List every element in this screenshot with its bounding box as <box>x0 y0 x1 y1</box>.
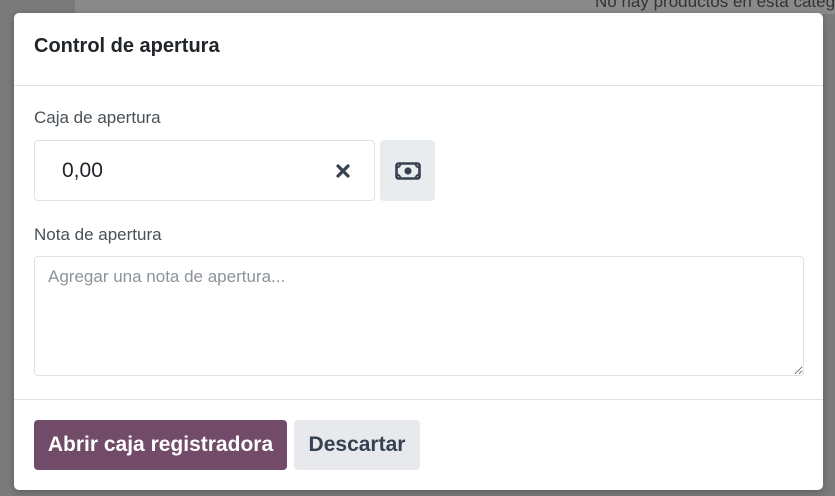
open-register-button[interactable]: Abrir caja registradora <box>34 420 287 470</box>
money-bill-icon <box>394 161 421 180</box>
opening-cash-input[interactable] <box>35 141 325 200</box>
opening-cash-label: Caja de apertura <box>34 108 161 127</box>
discard-button[interactable]: Descartar <box>294 420 420 470</box>
dialog-title: Control de apertura <box>34 35 220 57</box>
opening-cash-row <box>34 140 803 201</box>
background-content: No hay productos en esta categoría <box>75 0 835 14</box>
opening-cash-field <box>34 140 375 201</box>
cash-details-button[interactable] <box>380 140 435 201</box>
opening-note-label: Nota de apertura <box>34 225 162 244</box>
empty-category-message: No hay productos en esta categoría <box>595 0 835 11</box>
dialog-header: Control de apertura <box>14 13 823 86</box>
dialog-footer: Abrir caja registradora Descartar <box>14 399 823 490</box>
opening-control-dialog: Control de apertura Caja de apertura 0,0… <box>14 13 823 490</box>
clear-cash-button[interactable] <box>332 160 354 182</box>
times-icon <box>336 164 350 178</box>
dialog-body: Caja de apertura Nota de apertura <box>14 86 823 399</box>
opening-note-textarea[interactable] <box>34 256 804 376</box>
